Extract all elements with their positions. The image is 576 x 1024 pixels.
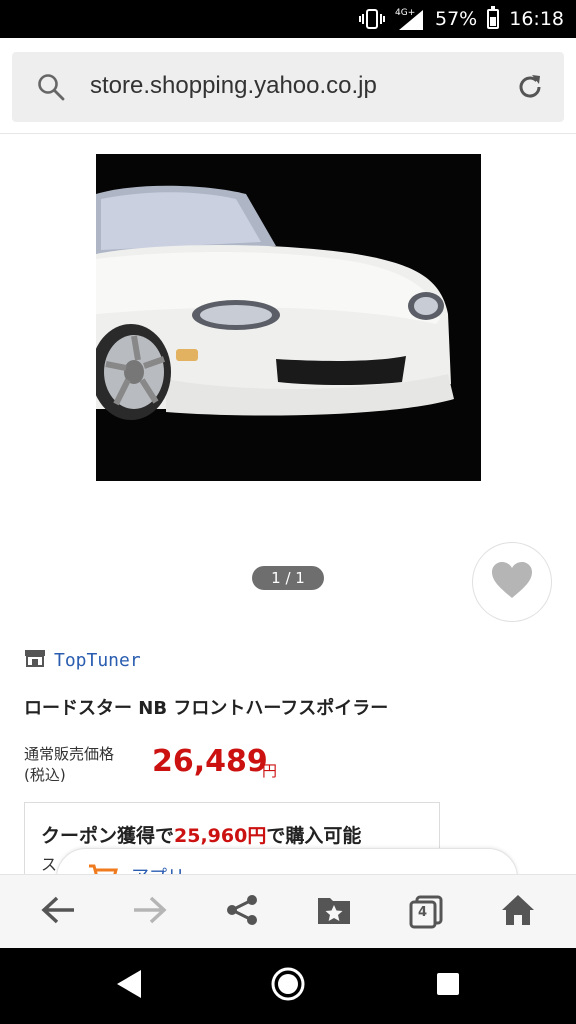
vibrate-icon [359, 8, 385, 30]
circle-home-icon [270, 966, 306, 1006]
coupon-suffix: で購入可能 [266, 825, 362, 847]
tabs-count: 4 [418, 905, 428, 920]
tabs-icon: 4 [409, 895, 443, 929]
store-name: TopTuner [54, 649, 141, 671]
system-recents-button[interactable] [430, 968, 466, 1004]
bookmark-folder-icon [316, 894, 352, 930]
bookmarks-button[interactable] [314, 892, 354, 932]
browser-toolbar: store.shopping.yahoo.co.jp [0, 38, 576, 134]
arrow-right-icon [132, 894, 168, 930]
system-back-button[interactable] [110, 968, 146, 1004]
status-icons: 4G+ 57% 16:18 [359, 0, 564, 38]
store-link[interactable]: TopTuner [24, 648, 141, 672]
search-icon [36, 72, 66, 102]
product-image[interactable] [96, 154, 481, 481]
heart-icon [490, 560, 534, 604]
price-value: 26,489 [152, 744, 268, 779]
status-bar: 4G+ 57% 16:18 [0, 0, 576, 38]
home-button[interactable] [498, 892, 538, 932]
home-icon [500, 893, 536, 931]
favorite-button[interactable] [472, 542, 552, 622]
coupon-prefix: クーポン獲得で [41, 825, 175, 847]
share-icon [225, 893, 259, 931]
price-label: 通常販売価格 (税込) [24, 744, 144, 786]
price-label-text: 通常販売価格 [24, 745, 115, 763]
store-icon [24, 648, 46, 672]
tax-note: (税込) [24, 766, 66, 784]
signal-icon: 4G+ [395, 7, 425, 31]
coupon-subtext: ス [41, 855, 58, 874]
price-unit: 円 [262, 762, 278, 780]
forward-button[interactable] [130, 892, 170, 932]
svg-text:4G+: 4G+ [395, 8, 415, 18]
bottom-toolbar: 4 [0, 874, 576, 948]
triangle-back-icon [113, 968, 143, 1004]
system-home-button[interactable] [270, 966, 306, 1006]
back-button[interactable] [38, 892, 78, 932]
image-pager: 1 / 1 [252, 566, 324, 590]
clock: 16:18 [509, 8, 564, 30]
tabs-button[interactable]: 4 [406, 892, 446, 932]
arrow-left-icon [40, 894, 76, 930]
url-bar[interactable]: store.shopping.yahoo.co.jp [12, 52, 564, 122]
system-nav-bar [0, 948, 576, 1024]
car-photo [96, 154, 481, 481]
battery-percent: 57% [435, 8, 478, 30]
battery-icon [487, 6, 500, 29]
coupon-price: 25,960円 [174, 825, 267, 847]
square-recents-icon [435, 971, 461, 1001]
url-text: store.shopping.yahoo.co.jp [90, 72, 377, 99]
share-button[interactable] [222, 892, 262, 932]
product-title: ロードスター NB フロントハーフスポイラー [24, 698, 389, 719]
coupon-text: クーポン獲得で25,960円で購入可能 [41, 821, 361, 848]
reload-icon[interactable] [514, 71, 546, 103]
